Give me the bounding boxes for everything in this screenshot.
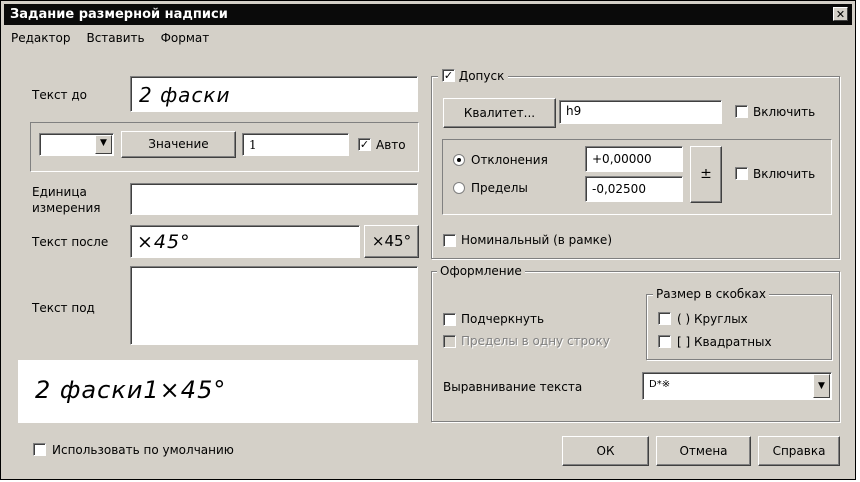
- help-button[interactable]: Справка: [758, 436, 840, 466]
- auto-checkbox[interactable]: ✓: [358, 138, 371, 151]
- square-brackets-checkbox[interactable]: [658, 335, 671, 348]
- text-under-label: Текст под: [32, 301, 95, 315]
- square-brackets-label: [ ] Квадратных: [677, 335, 772, 349]
- tolerance-checkbox[interactable]: ✓: [442, 69, 455, 82]
- brackets-group: [646, 294, 832, 360]
- times-45-button[interactable]: ×45°: [364, 225, 419, 258]
- tolerance-group-label: Допуск: [458, 69, 505, 83]
- menu-bar: Редактор Вставить Формат: [9, 31, 211, 51]
- tolerance-group-header: ✓ Допуск: [438, 69, 509, 83]
- chevron-down-icon[interactable]: ▼: [813, 374, 830, 398]
- limits-radio[interactable]: [453, 182, 465, 194]
- text-align-value: D*※: [649, 379, 671, 390]
- qualitet-button[interactable]: Квалитет...: [443, 98, 556, 128]
- deviations-radio[interactable]: [453, 154, 465, 166]
- menu-editor[interactable]: Редактор: [9, 31, 72, 51]
- unit-input[interactable]: [130, 183, 418, 215]
- one-line-limits-label: Пределы в одну строку: [461, 334, 610, 348]
- nominal-checkbox[interactable]: [443, 234, 456, 247]
- text-after-value: ×45°: [137, 231, 191, 253]
- text-align-select[interactable]: D*※ ▼: [642, 372, 832, 400]
- close-button[interactable]: ✕: [833, 7, 848, 21]
- one-line-limits-checkbox: [443, 335, 456, 348]
- dimension-text-dialog: Задание размерной надписи ✕ Редактор Вст…: [0, 0, 856, 480]
- unit-label-line1: Единица: [32, 185, 87, 199]
- preview-area: 2 фаски1×45°: [18, 360, 418, 423]
- value-input[interactable]: 1: [242, 133, 349, 156]
- deviations-label: Отклонения: [471, 153, 548, 167]
- brackets-group-label: Размер в скобках: [653, 287, 770, 301]
- include-deviation-label: Включить: [753, 167, 816, 181]
- preview-text: 2 фаски1×45°: [35, 376, 227, 404]
- title-bar: Задание размерной надписи ✕: [4, 4, 852, 25]
- limits-label: Пределы: [471, 181, 528, 195]
- value-button-label: Значение: [148, 137, 209, 151]
- upper-deviation-input[interactable]: +0,00000: [585, 146, 683, 172]
- include-deviation-checkbox[interactable]: [735, 167, 748, 180]
- text-before-value: 2 фаски: [139, 83, 231, 107]
- menu-insert[interactable]: Вставить: [84, 31, 146, 51]
- round-brackets-checkbox[interactable]: [658, 312, 671, 325]
- text-before-label: Текст до: [32, 88, 88, 102]
- text-under-input[interactable]: [130, 266, 418, 345]
- auto-label: Авто: [376, 138, 406, 152]
- include-qualitet-label: Включить: [753, 105, 816, 119]
- round-brackets-label: ( ) Круглых: [677, 312, 748, 326]
- chevron-down-icon[interactable]: ▼: [95, 135, 112, 154]
- underline-label: Подчеркнуть: [461, 312, 545, 326]
- unit-label-line2: измерения: [32, 201, 101, 215]
- underline-checkbox[interactable]: [443, 313, 456, 326]
- text-after-label: Текст после: [32, 235, 109, 249]
- value-button[interactable]: Значение: [121, 131, 236, 158]
- formatting-group-label: Оформление: [437, 264, 525, 278]
- use-default-label: Использовать по умолчанию: [52, 443, 234, 457]
- text-after-input[interactable]: ×45°: [130, 225, 360, 258]
- menu-format[interactable]: Формат: [159, 31, 212, 51]
- include-qualitet-checkbox[interactable]: [735, 105, 748, 118]
- text-align-label: Выравнивание текста: [443, 380, 583, 394]
- value-type-select[interactable]: ▼: [39, 133, 114, 156]
- nominal-label: Номинальный (в рамке): [461, 233, 612, 247]
- value-panel: ▼ Значение 1 ✓ Авто: [30, 122, 419, 172]
- cancel-button[interactable]: Отмена: [656, 436, 751, 466]
- ok-button[interactable]: ОК: [562, 436, 649, 466]
- plusminus-button[interactable]: ±: [690, 146, 722, 203]
- text-before-input[interactable]: 2 фаски: [130, 76, 418, 112]
- qualitet-input[interactable]: h9: [559, 100, 722, 124]
- lower-deviation-input[interactable]: -0,02500: [585, 176, 683, 202]
- use-default-checkbox[interactable]: [33, 443, 46, 456]
- window-title: Задание размерной надписи: [10, 7, 228, 22]
